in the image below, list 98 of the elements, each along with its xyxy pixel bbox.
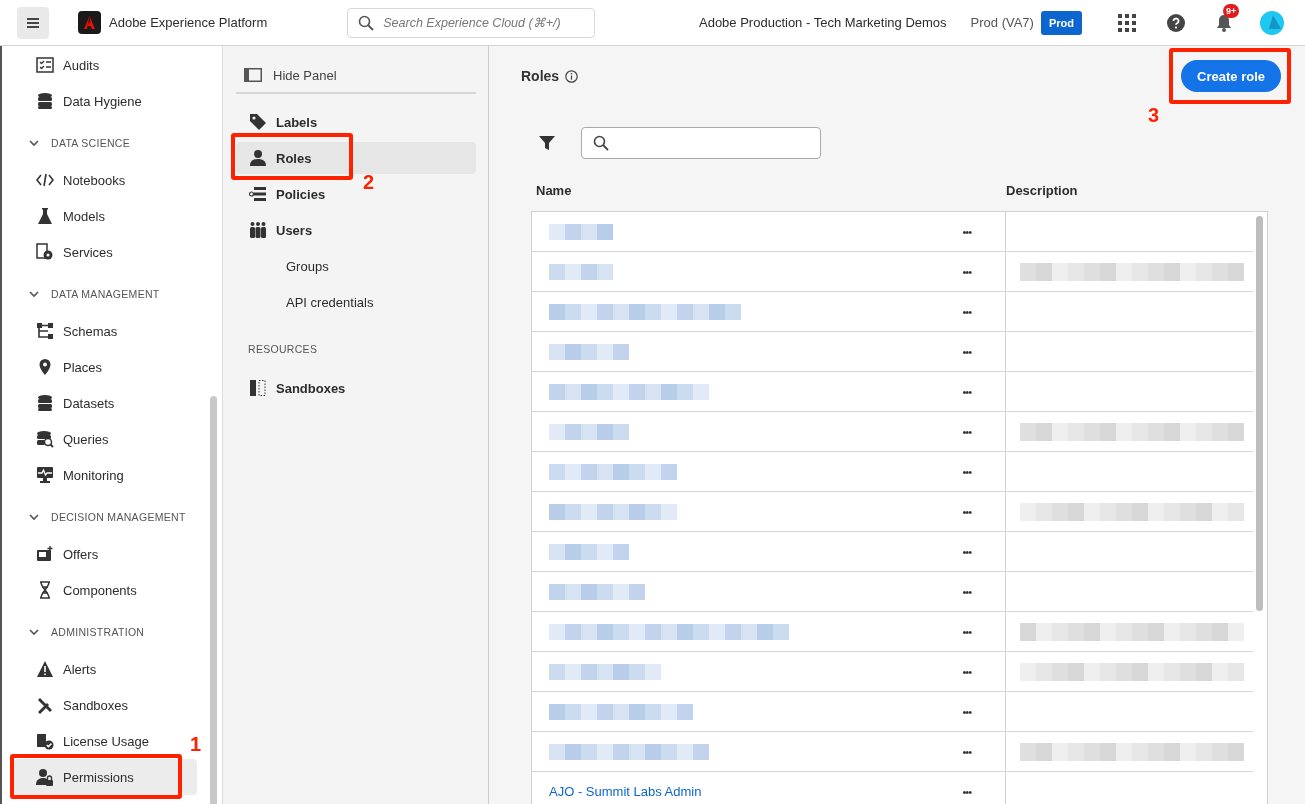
tools-icon: [36, 696, 54, 714]
list-icon: [249, 185, 267, 203]
scrollbar-thumb[interactable]: [1256, 216, 1263, 611]
more-actions-button[interactable]: •••: [958, 503, 975, 520]
warning-icon: [36, 660, 54, 678]
search-icon: [358, 14, 375, 31]
panel-item[interactable]: Users: [236, 212, 321, 248]
more-actions-button[interactable]: •••: [958, 743, 975, 760]
section-heading: DATA MANAGEMENT: [51, 287, 160, 300]
search-field[interactable]: Search Experience Cloud (⌘+/): [347, 7, 596, 38]
diagram-icon: [36, 322, 54, 340]
chevron-icon[interactable]: [29, 626, 39, 637]
sidebar-item[interactable]: License Usage: [14, 723, 157, 759]
menu-icon: [26, 16, 40, 29]
hide-panel-button[interactable]: Hide Panel: [236, 58, 476, 94]
sidebar-item[interactable]: Sandboxes: [14, 687, 137, 723]
database-icon: [36, 394, 54, 412]
section-heading: DATA SCIENCE: [51, 136, 131, 149]
panel-item[interactable]: Groups: [236, 248, 337, 284]
create-role-button[interactable]: Create role: [1181, 60, 1281, 92]
gear-icon: [36, 243, 54, 261]
users-icon: [249, 221, 267, 239]
sidebar-item[interactable]: Models: [14, 198, 113, 234]
callout-number: 3: [1148, 105, 1160, 125]
sidebar-item[interactable]: Services: [14, 234, 121, 270]
sidebar-item[interactable]: Permissions: [14, 759, 197, 795]
more-actions-button[interactable]: •••: [958, 343, 975, 360]
notification-badge: 9+: [1223, 3, 1240, 18]
bell-icon[interactable]: [1215, 13, 1233, 32]
more-actions-button[interactable]: •••: [958, 263, 975, 280]
more-actions-button[interactable]: •••: [958, 703, 975, 720]
sandbox-icon: [249, 379, 267, 397]
callout-number: 2: [363, 172, 375, 192]
scrollbar-thumb[interactable]: [210, 396, 217, 804]
monitor-icon: [36, 466, 54, 484]
role-name-link[interactable]: AJO - Summit Labs Admin: [549, 784, 702, 799]
sidebar-item[interactable]: Monitoring: [14, 457, 132, 493]
sidebar-item[interactable]: Alerts: [14, 651, 105, 687]
more-actions-button[interactable]: •••: [958, 583, 975, 600]
more-actions-button[interactable]: •••: [958, 663, 975, 680]
more-actions-button[interactable]: •••: [958, 223, 975, 240]
apps-grid-icon[interactable]: [1118, 13, 1136, 32]
sidebar-item[interactable]: Components: [14, 572, 145, 608]
section-heading: ADMINISTRATION: [51, 625, 145, 638]
search-field[interactable]: [581, 127, 821, 159]
user-lock-icon: [36, 768, 54, 786]
panel-item[interactable]: API credentials: [236, 284, 382, 320]
chevron-icon[interactable]: [29, 137, 39, 148]
search-icon: [593, 135, 609, 151]
redacted-name: [549, 263, 613, 280]
code-icon: [36, 171, 54, 189]
database-icon: [36, 92, 54, 110]
sidebar-item[interactable]: Offers: [14, 536, 107, 572]
sandbox-name[interactable]: Prod (VA7): [970, 15, 1034, 30]
sidebar-item[interactable]: Schemas: [14, 313, 126, 349]
section-heading: DECISION MANAGEMENT: [51, 510, 186, 523]
env-badge: Prod: [1040, 10, 1082, 35]
help-icon[interactable]: [1167, 13, 1185, 32]
panel-item[interactable]: Policies: [236, 176, 334, 212]
panel-item[interactable]: Sandboxes: [236, 370, 354, 406]
more-actions-button[interactable]: •••: [958, 543, 975, 560]
sidebar-item[interactable]: Datasets: [14, 385, 123, 421]
more-actions-button[interactable]: •••: [958, 463, 975, 480]
offer-icon: [36, 545, 54, 563]
sidebar-item[interactable]: Data Hygiene: [14, 83, 150, 119]
sidebar-item[interactable]: Notebooks: [14, 162, 134, 198]
filter-icon[interactable]: [539, 135, 555, 151]
org-name[interactable]: Adobe Production - Tech Marketing Demos: [699, 15, 947, 30]
menu-button[interactable]: [17, 6, 49, 39]
database-search-icon: [36, 430, 54, 448]
flask-icon: [36, 207, 54, 225]
column-header[interactable]: Description: [1006, 182, 1078, 198]
chevron-icon[interactable]: [29, 288, 39, 299]
avatar-icon[interactable]: [1260, 10, 1284, 35]
sidebar-item[interactable]: Audits: [14, 47, 108, 83]
column-header[interactable]: Name: [536, 182, 572, 198]
page-title: Roles: [521, 68, 560, 84]
section-heading: RESOURCES: [248, 343, 318, 355]
panel-icon: [244, 68, 262, 82]
panel-item[interactable]: Labels: [236, 104, 326, 140]
license-icon: [36, 732, 54, 750]
app-name: Adobe Experience Platform: [109, 15, 268, 30]
sidebar-item[interactable]: Queries: [14, 421, 117, 457]
more-actions-button[interactable]: •••: [958, 303, 975, 320]
logo-icon: [78, 11, 101, 34]
more-actions-button[interactable]: •••: [958, 623, 975, 640]
info-icon[interactable]: [565, 69, 579, 83]
tag-icon: [249, 113, 267, 131]
person-icon: [249, 149, 267, 167]
redacted-name: [549, 223, 613, 240]
more-actions-button[interactable]: •••: [958, 783, 975, 800]
panel-item[interactable]: Roles: [236, 142, 476, 174]
more-actions-button[interactable]: •••: [958, 423, 975, 440]
more-actions-button[interactable]: •••: [958, 383, 975, 400]
chevron-icon[interactable]: [29, 511, 39, 522]
checklist-icon: [36, 56, 54, 74]
callout-number: 1: [190, 734, 202, 754]
sidebar-item[interactable]: Places: [14, 349, 111, 385]
